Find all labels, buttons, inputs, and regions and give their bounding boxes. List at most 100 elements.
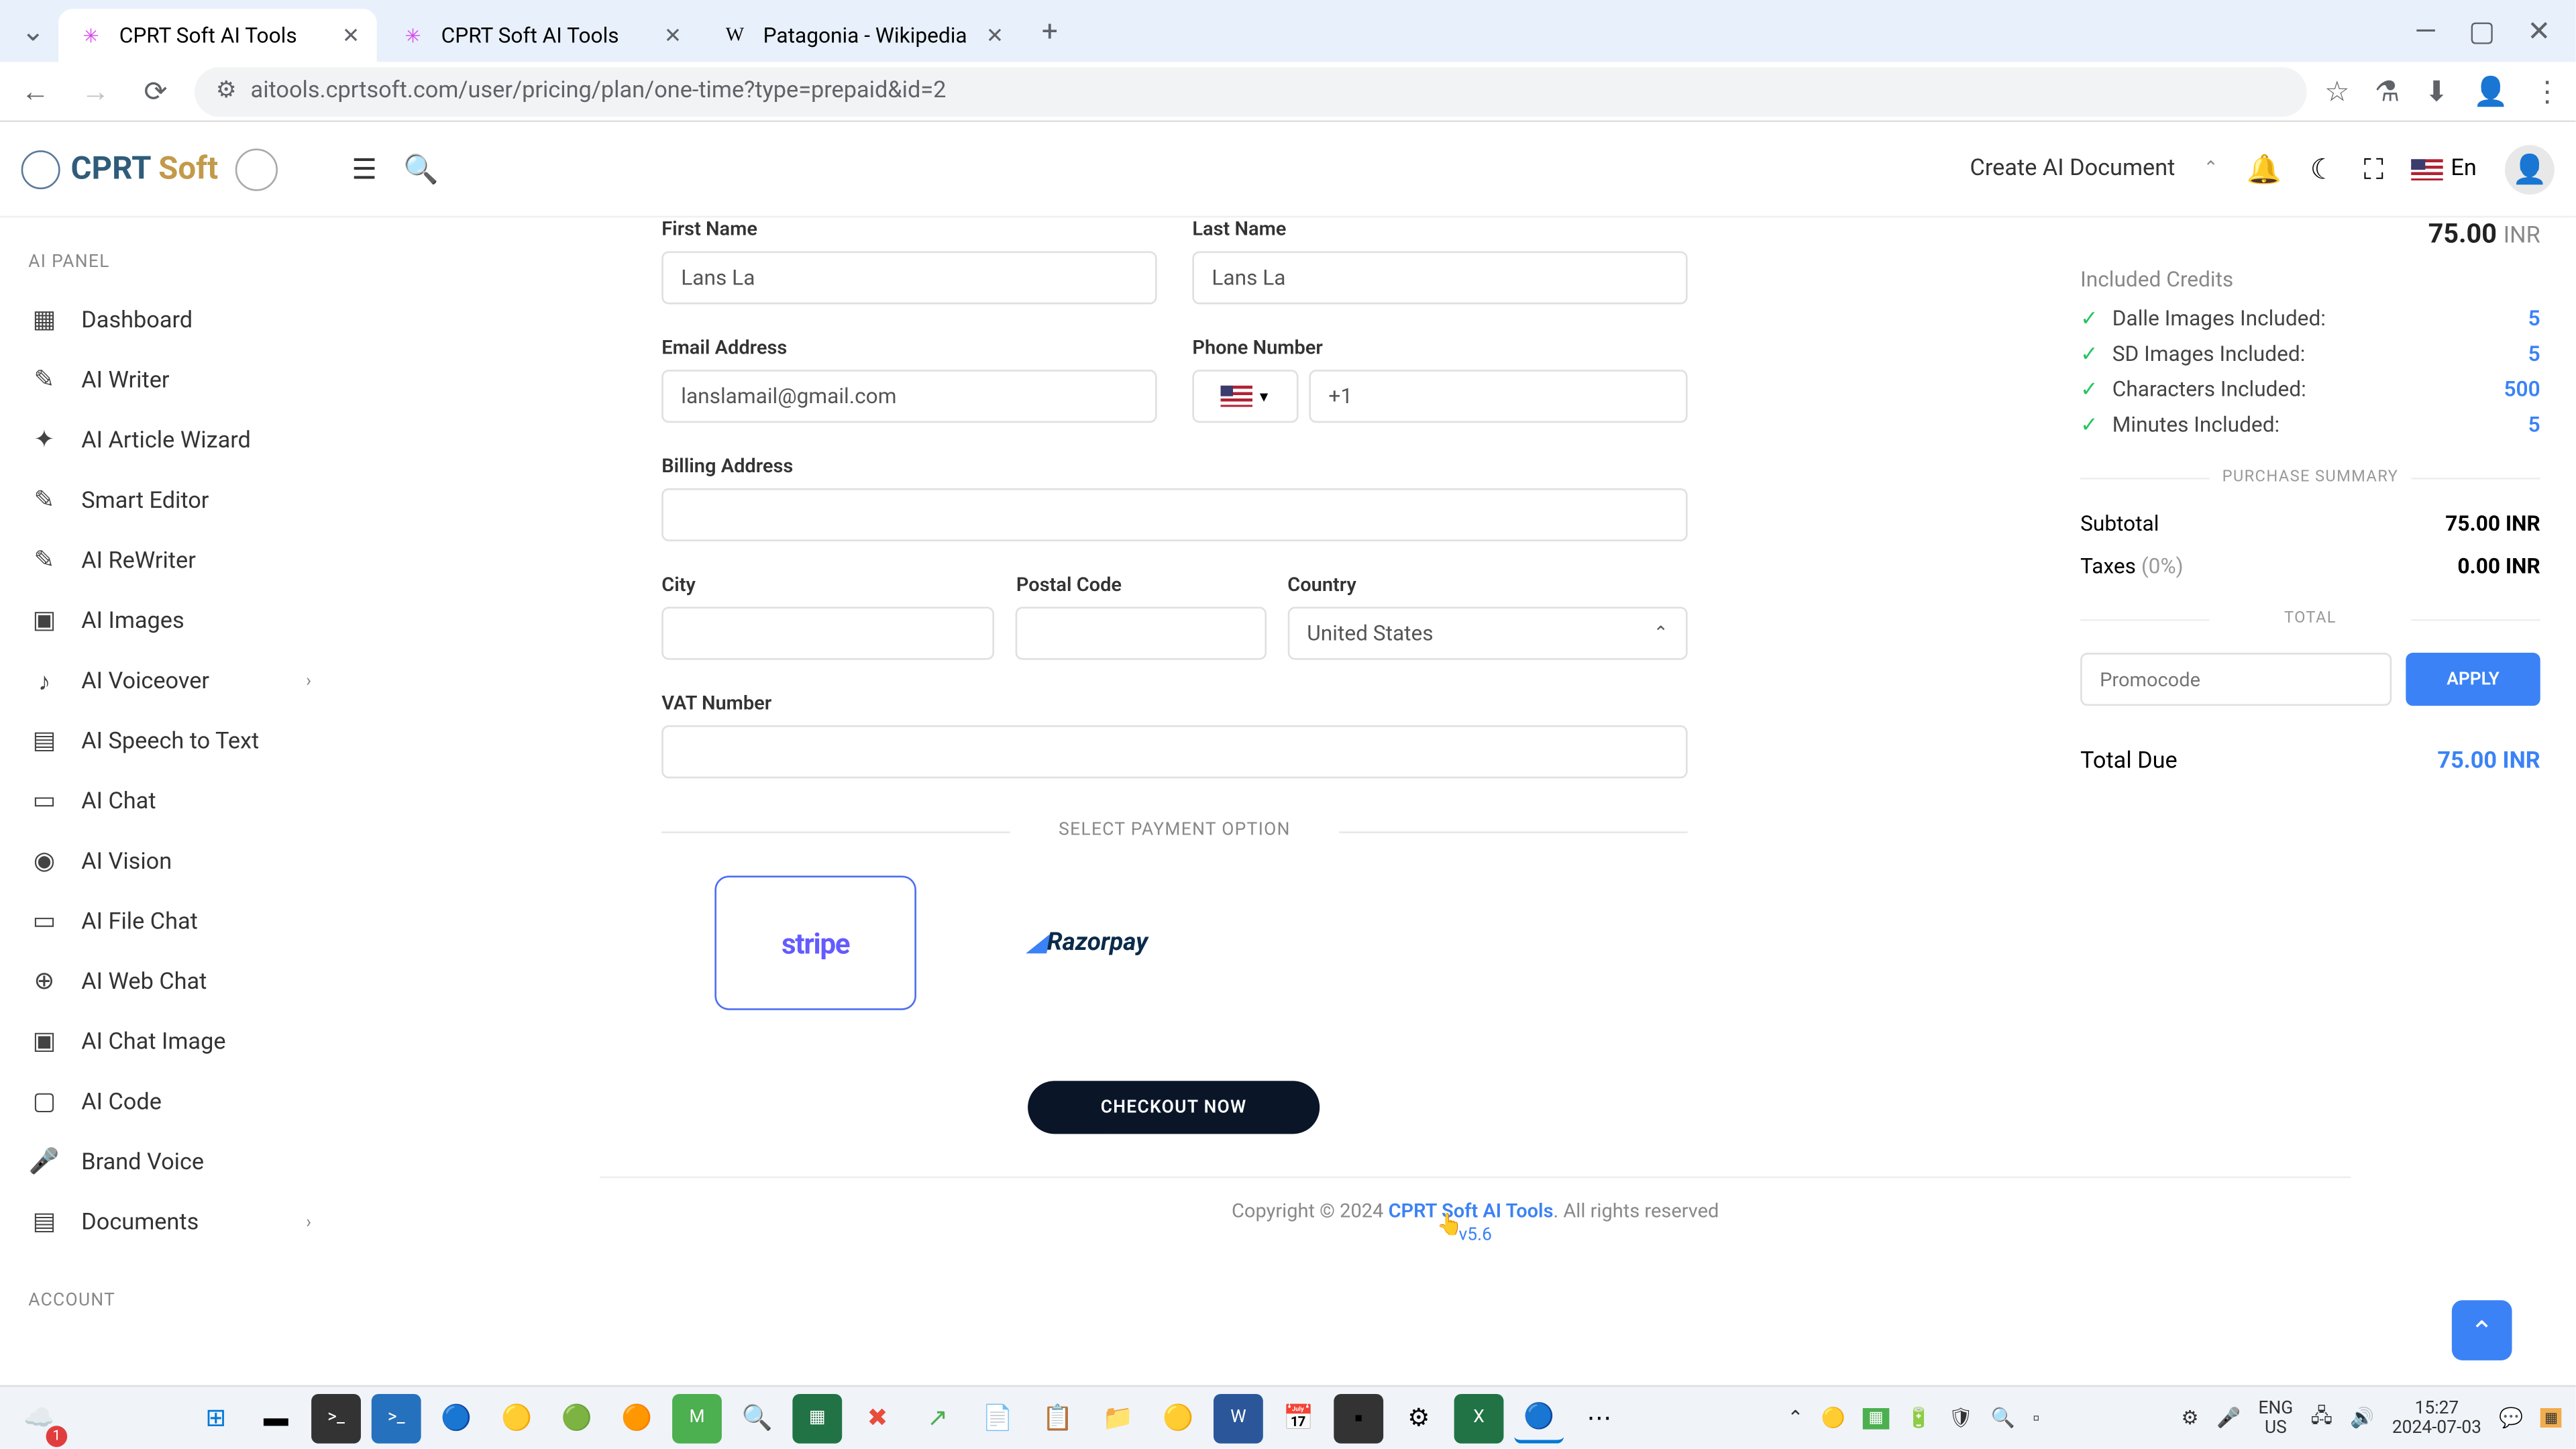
task-view-icon[interactable]: ▬ <box>251 1393 301 1443</box>
phone-country-code[interactable]: ▼ <box>1192 370 1298 423</box>
tray-icon[interactable]: 🔍 <box>1991 1406 2015 1429</box>
phone-input[interactable] <box>1309 370 1687 423</box>
language-selector[interactable]: En <box>2412 156 2476 182</box>
billing-address-input[interactable] <box>661 488 1687 541</box>
forward-button[interactable]: → <box>74 70 117 112</box>
chrome-icon[interactable]: 🟢 <box>552 1393 602 1443</box>
profile-icon[interactable]: 👤 <box>2473 74 2509 108</box>
logo[interactable]: CPRT Soft <box>21 148 336 190</box>
explorer-icon[interactable]: 📁 <box>1093 1393 1143 1443</box>
mic-icon[interactable]: 🎤 <box>2216 1406 2241 1429</box>
toggle-sidebar-button[interactable]: ☰ <box>336 141 392 197</box>
sidebar-item[interactable]: ◉AI Vision <box>28 831 336 892</box>
app-icon[interactable]: 📋 <box>1033 1393 1083 1443</box>
steam-tray-icon[interactable]: ⚙ <box>2182 1406 2199 1429</box>
promocode-input[interactable] <box>2080 653 2392 706</box>
sidebar-item[interactable]: ▤AI Speech to Text <box>28 711 336 771</box>
tray-icon[interactable]: ▦ <box>1863 1407 1888 1429</box>
minimize-icon[interactable]: — <box>2414 14 2436 48</box>
tray-icon[interactable]: ▦ <box>2541 1408 2561 1428</box>
close-icon[interactable]: ✕ <box>342 23 360 48</box>
tray-icon[interactable]: ▫ <box>2033 1406 2039 1429</box>
site-info-icon[interactable]: ⚙ <box>216 78 237 105</box>
start-button[interactable]: ⊞ <box>191 1393 241 1443</box>
footer-brand-link[interactable]: CPRT Soft AI Tools <box>1389 1199 1554 1222</box>
app-icon[interactable]: ▪ <box>1334 1393 1383 1443</box>
apply-button[interactable]: APPLY <box>2406 653 2540 706</box>
tray-icon[interactable]: 🟡 <box>1821 1406 1845 1429</box>
chevron-up-icon[interactable]: ⌃ <box>2204 159 2218 178</box>
sidebar-item[interactable]: ▤Documents› <box>28 1192 336 1252</box>
sidebar-item[interactable]: ▢AI Code <box>28 1072 336 1132</box>
steam-icon[interactable]: ⚙ <box>1394 1393 1444 1443</box>
volume-icon[interactable]: 🔊 <box>2350 1406 2374 1429</box>
tray-chevron-icon[interactable]: ⌃ <box>1787 1406 1803 1429</box>
tray-icon[interactable]: 🛡 <box>1949 1406 1974 1429</box>
avatar[interactable]: 👤 <box>2505 144 2555 194</box>
sidebar-item[interactable]: ⊕AI Web Chat <box>28 952 336 1012</box>
sidebar-item[interactable]: ▦Dashboard <box>28 290 336 350</box>
email-input[interactable] <box>661 370 1157 423</box>
address-bar[interactable]: ⚙ aitools.cprtsoft.com/user/pricing/plan… <box>195 66 2307 116</box>
tray-icon[interactable]: 🔋 <box>1907 1406 1931 1429</box>
maximize-icon[interactable]: ▢ <box>2469 14 2496 48</box>
labs-icon[interactable]: ⚗ <box>2375 74 2400 108</box>
sidebar-item[interactable]: ✎Smart Editor <box>28 470 336 531</box>
terminal-icon[interactable]: >_ <box>311 1393 361 1443</box>
dark-mode-icon[interactable]: ☾ <box>2310 152 2336 186</box>
close-icon[interactable]: ✕ <box>986 23 1004 48</box>
notification-icon[interactable]: 💬 <box>2499 1406 2523 1429</box>
bookmark-icon[interactable]: ☆ <box>2324 74 2350 108</box>
sidebar-item[interactable]: ▭AI Chat <box>28 771 336 832</box>
checkout-button[interactable]: CHECKOUT NOW <box>1028 1081 1320 1134</box>
weather-icon[interactable]: ☁️ <box>14 1393 64 1443</box>
search-button[interactable]: 🔍 <box>392 141 449 197</box>
app-icon[interactable]: ↗ <box>913 1393 963 1443</box>
create-doc-link[interactable]: Create AI Document <box>1970 156 2176 182</box>
browser-tab-active[interactable]: ✳ CPRT Soft AI Tools ✕ <box>59 9 378 62</box>
notifications-icon[interactable]: 🔔 <box>2247 152 2282 186</box>
sidebar-item[interactable]: ♪AI Voiceover› <box>28 651 336 711</box>
sidebar-item[interactable]: 🎤Brand Voice <box>28 1132 336 1193</box>
sidebar-item[interactable]: ✦AI Article Wizard <box>28 411 336 471</box>
postal-input[interactable] <box>1016 606 1267 659</box>
everything-icon[interactable]: 🔍 <box>733 1393 782 1443</box>
sidebar-item[interactable]: ▣AI Images <box>28 591 336 651</box>
word-icon[interactable]: W <box>1214 1393 1263 1443</box>
sidebar-item[interactable]: ▣AI Chat Image <box>28 1012 336 1072</box>
sidebar-item[interactable]: ✎AI ReWriter <box>28 531 336 591</box>
chrome-icon[interactable]: 🟠 <box>612 1393 661 1443</box>
last-name-input[interactable] <box>1192 251 1687 304</box>
app-icon[interactable]: 🔵 <box>431 1393 481 1443</box>
chrome-icon[interactable]: 🟡 <box>492 1393 541 1443</box>
payment-option-stripe[interactable]: stripe <box>714 875 916 1010</box>
first-name-input[interactable] <box>661 251 1157 304</box>
language-indicator[interactable]: ENGUS <box>2258 1399 2293 1438</box>
app-icon[interactable]: M <box>672 1393 722 1443</box>
network-icon[interactable]: 🖧 <box>2311 1401 2332 1435</box>
clock[interactable]: 15:272024-07-03 <box>2392 1399 2481 1438</box>
browser-tab[interactable]: W Patagonia - Wikipedia ✕ <box>703 9 1022 62</box>
city-input[interactable] <box>661 606 995 659</box>
sidebar-item[interactable]: ▭AI File Chat <box>28 892 336 952</box>
app-icon[interactable]: 🟡 <box>1153 1393 1203 1443</box>
app-icon[interactable]: ✖ <box>853 1393 902 1443</box>
close-window-icon[interactable]: ✕ <box>2527 14 2551 48</box>
scroll-to-top-button[interactable]: ⌃ <box>2452 1300 2512 1360</box>
notepad-icon[interactable]: 📄 <box>973 1393 1022 1443</box>
downloads-icon[interactable]: ⬇ <box>2424 74 2448 108</box>
back-button[interactable]: ← <box>14 70 56 112</box>
browser-tab[interactable]: ✳ CPRT Soft AI Tools ✕ <box>381 9 700 62</box>
excel-icon[interactable]: ▦ <box>792 1393 842 1443</box>
tabs-dropdown-icon[interactable]: ⌄ <box>7 14 60 48</box>
powershell-icon[interactable]: >_ <box>372 1393 421 1443</box>
excel-icon[interactable]: X <box>1454 1393 1504 1443</box>
country-select[interactable]: United States ⌃ <box>1287 606 1687 659</box>
overflow-icon[interactable]: ⋯ <box>1574 1393 1624 1443</box>
payment-option-razorpay[interactable]: ◢Razorpay <box>987 875 1189 1010</box>
chrome-active-icon[interactable]: 🔵 <box>1514 1393 1564 1443</box>
close-icon[interactable]: ✕ <box>664 23 682 48</box>
menu-icon[interactable]: ⋮ <box>2533 74 2561 108</box>
fullscreen-icon[interactable]: ⛶ <box>2364 151 2384 186</box>
calendar-icon[interactable]: 📅 <box>1274 1393 1324 1443</box>
